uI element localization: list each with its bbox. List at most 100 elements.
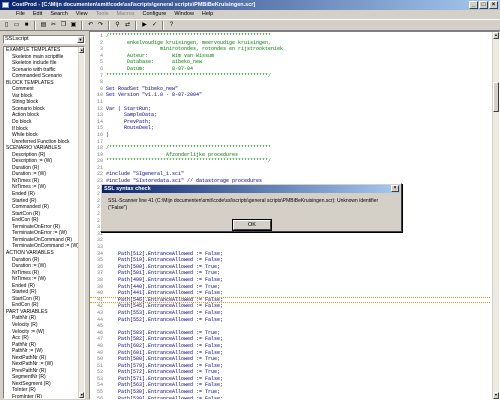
menu-tools[interactable]: Tools xyxy=(92,10,113,19)
close-button[interactable]: × xyxy=(489,1,498,9)
code-line[interactable]: 38 Path[499].EntranceAllowed := False; xyxy=(90,277,490,284)
cut-icon[interactable]: ✂ xyxy=(49,21,58,30)
ok-button[interactable]: OK xyxy=(232,219,272,231)
redo-icon[interactable]: ↷ xyxy=(96,21,105,30)
line-text: Path[571].EntranceAllowed := False; xyxy=(106,375,224,382)
line-number: 55 xyxy=(96,389,103,396)
code-line[interactable]: 3 minirotondes, rotondes en rijstrookten… xyxy=(90,46,490,53)
code-line[interactable]: 12 Var ( StartRun; xyxy=(90,106,490,113)
error-line[interactable]: 41 Path[546].EntranceAllowed := False; xyxy=(90,296,490,304)
code-line[interactable]: 32 xyxy=(90,237,490,244)
code-line[interactable]: 6 Datum: 8-07-04 xyxy=(90,66,490,73)
code-line[interactable]: 1/**************************************… xyxy=(90,33,490,40)
code-line[interactable]: 49 Path[601].EntranceAllowed := False; xyxy=(90,350,490,357)
code-line[interactable]: 20 **************************************… xyxy=(90,158,490,165)
line-text: enkelvoudige kruisingen, meervoudige kru… xyxy=(106,39,272,46)
template-tree-list: EXAMPLE TEMPLATES Skeleton main scriptfil… xyxy=(4,47,79,398)
menu-macros[interactable]: Macros xyxy=(112,10,138,19)
tree-item[interactable]: TerminateOnCommand := (W) xyxy=(4,243,79,250)
code-line[interactable]: 11 xyxy=(90,99,490,106)
find-icon[interactable]: ⚲ xyxy=(113,21,122,30)
code-line[interactable]: 51 Path[579].EntranceAllowed := False; xyxy=(90,363,490,370)
left-panel: SSLscript ▼ EXAMPLE TEMPLATES Skeleton ma… xyxy=(0,31,89,400)
code-line[interactable]: 54 Path[563].EntranceAllowed := False; xyxy=(90,382,490,389)
code-line[interactable]: 33 xyxy=(90,244,490,251)
code-line[interactable]: 17 xyxy=(90,139,490,146)
line-number: 17 xyxy=(96,138,103,145)
code-line[interactable]: 35 Path[519].EntranceAllowed := False; xyxy=(90,257,490,264)
line-number: 13 xyxy=(96,112,103,119)
code-line[interactable]: 52 Path[572].EntranceAllowed := True; xyxy=(90,369,490,376)
code-line[interactable]: 15 RouteDeel; xyxy=(90,125,490,132)
tree-scrollbar[interactable]: ▲ ▼ xyxy=(78,47,84,398)
check-syntax-icon[interactable]: ✓ xyxy=(150,21,159,30)
code-line[interactable]: 42 Path[545].EntranceAllowed := False; xyxy=(90,303,490,310)
tree-item[interactable]: FromInter (R) xyxy=(4,394,79,398)
code-line[interactable]: 10 Set Version "v1.1.0 - 8-07-2004" xyxy=(90,92,490,99)
code-line[interactable]: 9 Set RoadSet "bibeko_new" xyxy=(90,86,490,93)
new-file-icon[interactable]: ▯ xyxy=(2,21,11,30)
line-number: 51 xyxy=(96,362,103,369)
line-number: 42 xyxy=(96,303,103,310)
code-line[interactable]: 39 Path[440].EntranceAllowed := True; xyxy=(90,284,490,291)
line-text: Path[440].EntranceAllowed := True; xyxy=(106,283,221,290)
menu-edit[interactable]: Edit xyxy=(29,10,46,19)
code-line[interactable]: 13 SampleData; xyxy=(90,112,490,119)
replace-icon[interactable]: ⇄ xyxy=(123,21,132,30)
code-line[interactable]: 40 Path[441].EntranceAllowed := False; xyxy=(90,290,490,297)
scroll-down-icon[interactable]: ▼ xyxy=(493,392,499,399)
code-line[interactable]: 37 Path[501].EntranceAllowed := True; xyxy=(90,270,490,277)
code-line[interactable]: 56 Path[539].EntranceAllowed := False; xyxy=(90,396,490,399)
code-line[interactable]: 46 Path[583].EntranceAllowed := True; xyxy=(90,330,490,337)
copy-icon[interactable]: ❐ xyxy=(59,21,68,30)
scrollbar-thumb[interactable] xyxy=(493,82,499,112)
maximize-button[interactable]: □ xyxy=(479,1,488,9)
code-line[interactable]: 47 Path[582].EntranceAllowed := False; xyxy=(90,336,490,343)
code-line[interactable]: 53 Path[571].EntranceAllowed := False; xyxy=(90,376,490,383)
menu-window[interactable]: Window xyxy=(170,10,198,19)
code-line[interactable]: 50 Path[580].EntranceAllowed := True; xyxy=(90,356,490,363)
line-number: 32 xyxy=(96,237,103,244)
scroll-up-icon[interactable]: ▲ xyxy=(493,32,499,39)
code-line[interactable]: 55 Path[530].EntranceAllowed := True; xyxy=(90,389,490,396)
scroll-up-icon[interactable]: ▲ xyxy=(79,47,84,53)
menu-configure[interactable]: Configure xyxy=(139,10,171,19)
paste-icon[interactable]: ▣ xyxy=(69,21,78,30)
dialog-close-button[interactable]: × xyxy=(391,185,399,192)
scroll-down-icon[interactable]: ▼ xyxy=(79,392,84,398)
code-line[interactable]: 48 Path[602].EntranceAllowed := False; xyxy=(90,343,490,350)
code-line[interactable]: 44 Path[552].EntranceAllowed := False; xyxy=(90,317,490,324)
undo-icon[interactable]: ↶ xyxy=(86,21,95,30)
code-line[interactable]: 16) xyxy=(90,132,490,139)
line-number: 2 xyxy=(99,39,103,46)
code-line[interactable]: 4 Auteur: Wim van Wissum xyxy=(90,53,490,60)
code-line[interactable]: 21 xyxy=(90,165,490,172)
code-line[interactable]: 34 Path[512].EntranceAllowed := False; xyxy=(90,251,490,258)
code-line[interactable]: 18/*************************************… xyxy=(90,145,490,152)
code-line[interactable]: 19 Afzonderlijke procedures xyxy=(90,152,490,159)
editor-scrollbar[interactable]: ▲ ▼ xyxy=(492,32,499,399)
menu-view[interactable]: View xyxy=(72,10,92,19)
help-icon[interactable]: ? xyxy=(167,21,176,30)
code-line[interactable]: 43 Path[553].EntranceAllowed := False; xyxy=(90,310,490,317)
chevron-down-icon[interactable]: ▼ xyxy=(77,36,84,43)
print-icon[interactable]: ▤ xyxy=(39,21,48,30)
code-line[interactable]: 14 PrevPath; xyxy=(90,119,490,126)
code-line[interactable]: 45 xyxy=(90,323,490,330)
code-line[interactable]: 2 enkelvoudige kruisingen, meervoudige k… xyxy=(90,40,490,47)
code-line[interactable]: 5 Database: aibeko_new xyxy=(90,59,490,66)
window-titlebar: CostProd - [C:\Mijn documenten\smit\code… xyxy=(0,0,500,10)
code-line[interactable]: 7 ***************************************… xyxy=(90,73,490,80)
code-line[interactable]: 36 Path[500].EntranceAllowed := True; xyxy=(90,264,490,271)
line-text: Path[499].EntranceAllowed := False; xyxy=(106,276,224,283)
minimize-button[interactable]: _ xyxy=(469,1,478,9)
template-selector[interactable]: SSLscript ▼ xyxy=(3,35,85,44)
code-line[interactable]: 22 #include "SIgeneral_1.sci" xyxy=(90,171,490,178)
menu-search[interactable]: Search xyxy=(46,10,71,19)
open-folder-icon[interactable]: ▭ xyxy=(12,21,21,30)
compile-icon[interactable]: ▶ xyxy=(140,21,149,30)
menu-help[interactable]: Help xyxy=(198,10,217,19)
code-line[interactable]: 8 xyxy=(90,79,490,86)
save-icon[interactable]: ■ xyxy=(22,21,31,30)
menu-file[interactable]: File xyxy=(12,10,29,19)
